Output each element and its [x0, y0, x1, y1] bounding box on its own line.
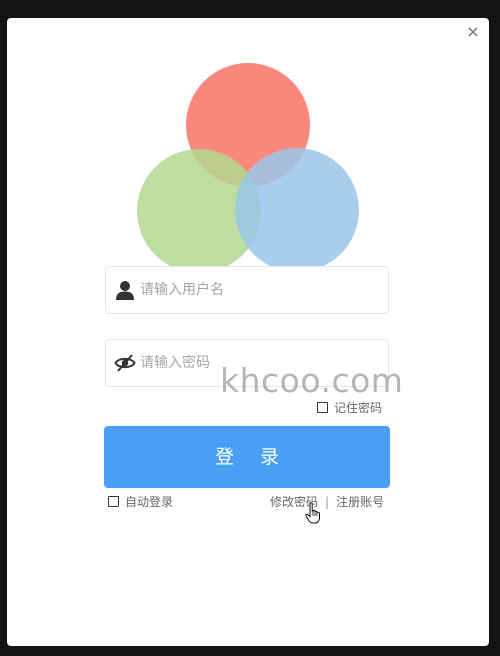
link-separator: | [325, 494, 330, 509]
close-icon[interactable]: × [465, 24, 481, 40]
password-input[interactable] [140, 350, 380, 376]
auto-login-label: 自动登录 [125, 495, 174, 509]
auto-login-checkbox[interactable]: 自动登录 [108, 493, 173, 510]
remember-password-checkbox[interactable]: 记住密码 [316, 399, 382, 416]
username-field [105, 266, 389, 314]
hand-cursor-icon [305, 502, 320, 524]
account-links: 修改密码 | 注册账号 [270, 493, 384, 510]
remember-label: 记住密码 [333, 401, 382, 415]
register-link[interactable]: 注册账号 [336, 493, 384, 510]
blue-circle [235, 148, 359, 268]
username-input[interactable] [140, 277, 380, 303]
auto-login-checkbox-box[interactable] [108, 496, 119, 507]
user-icon [116, 281, 134, 300]
password-field [105, 339, 389, 387]
login-button[interactable]: 登 录 [104, 426, 390, 488]
eye-slash-icon[interactable] [114, 352, 136, 374]
remember-checkbox-box[interactable] [316, 402, 328, 413]
logo-circles [137, 63, 359, 268]
login-dialog: × 记住密码 登 录 自动登录 修改密码 | 注册账号 [7, 18, 489, 646]
